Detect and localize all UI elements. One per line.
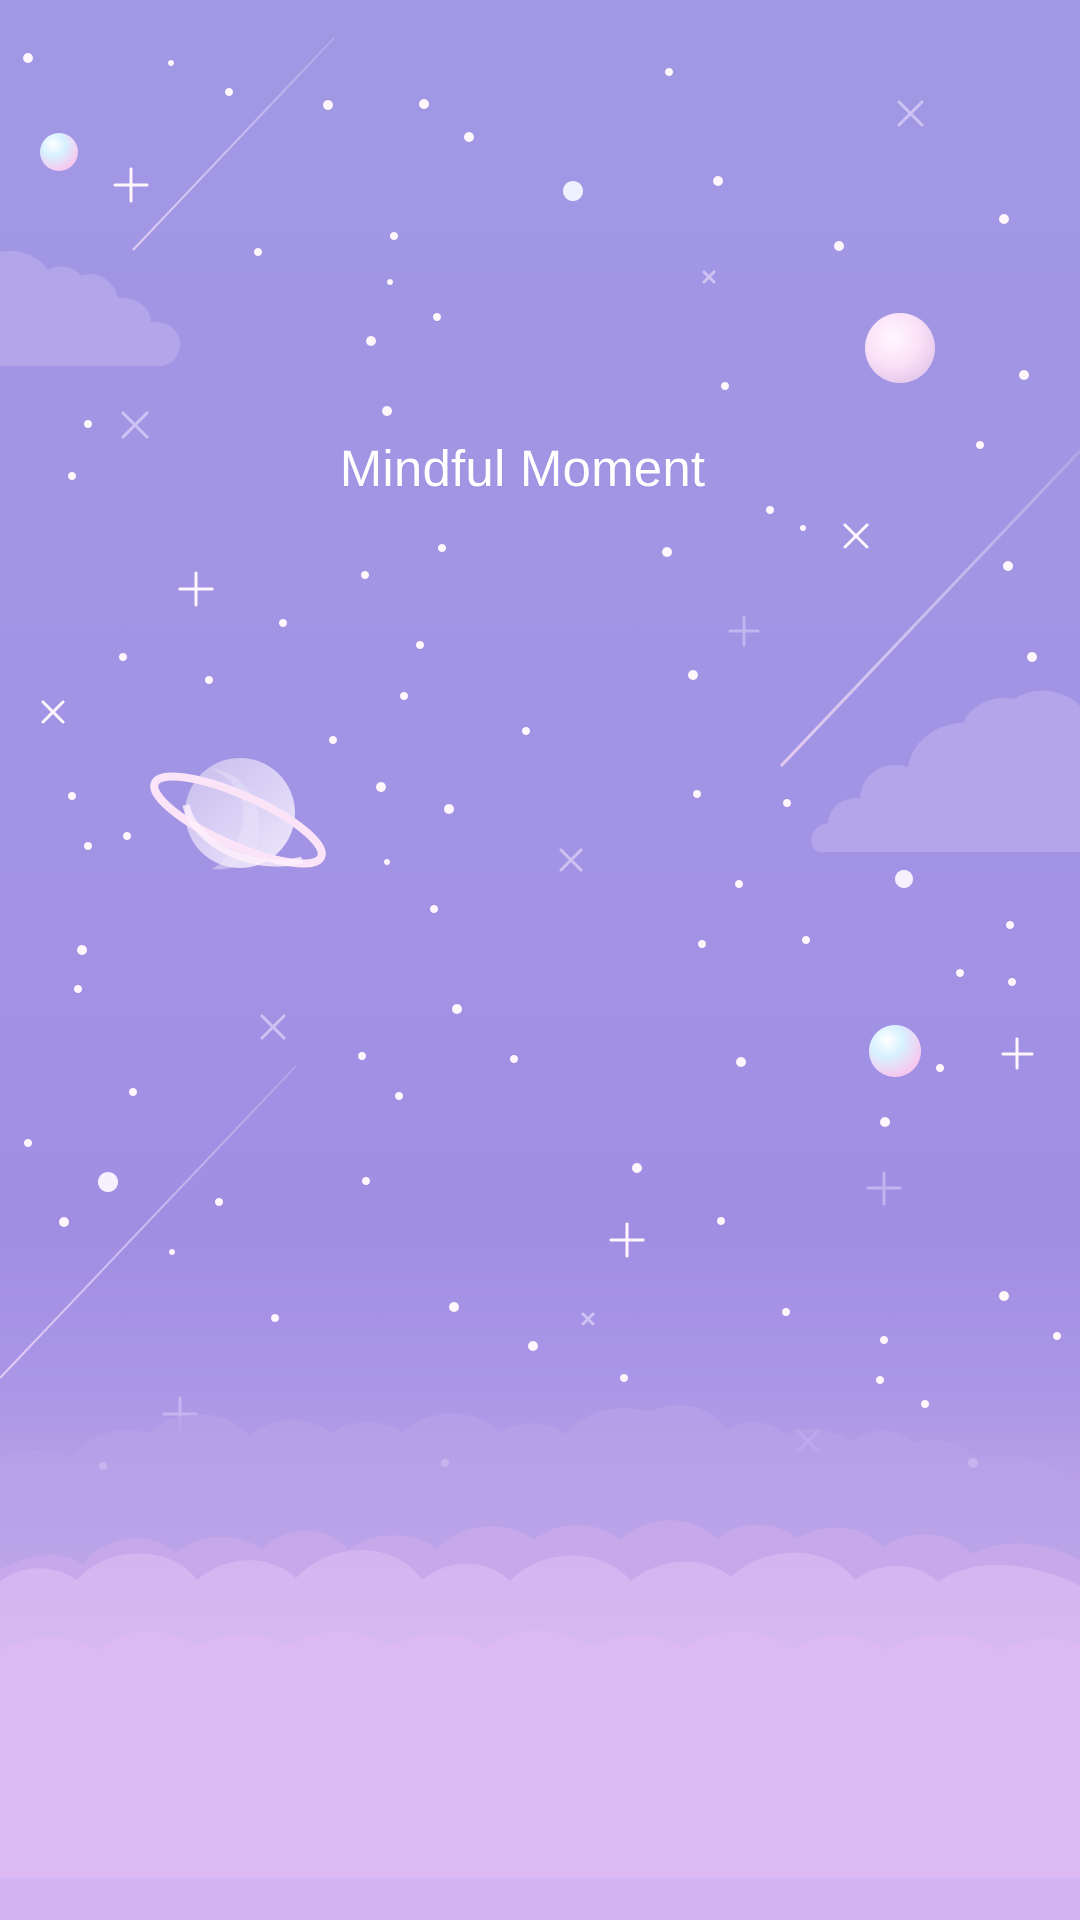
shooting-star-icon [0, 37, 1080, 1379]
bottom-glow-bar [0, 1878, 1080, 1920]
mindful-moment-screen: Mindful Moment [0, 0, 1080, 1920]
sparkle-icon [41, 100, 1034, 1453]
night-sky-scene [0, 37, 1080, 1920]
saturn-planet-icon [150, 758, 326, 870]
cloud-icon [0, 250, 1080, 852]
app-title: Mindful Moment [339, 440, 706, 497]
background-cloud-bank [0, 1404, 1080, 1920]
star-field [23, 53, 1061, 1470]
moon-icon [40, 133, 935, 1192]
foreground-cloud-layer [0, 1550, 1080, 1920]
